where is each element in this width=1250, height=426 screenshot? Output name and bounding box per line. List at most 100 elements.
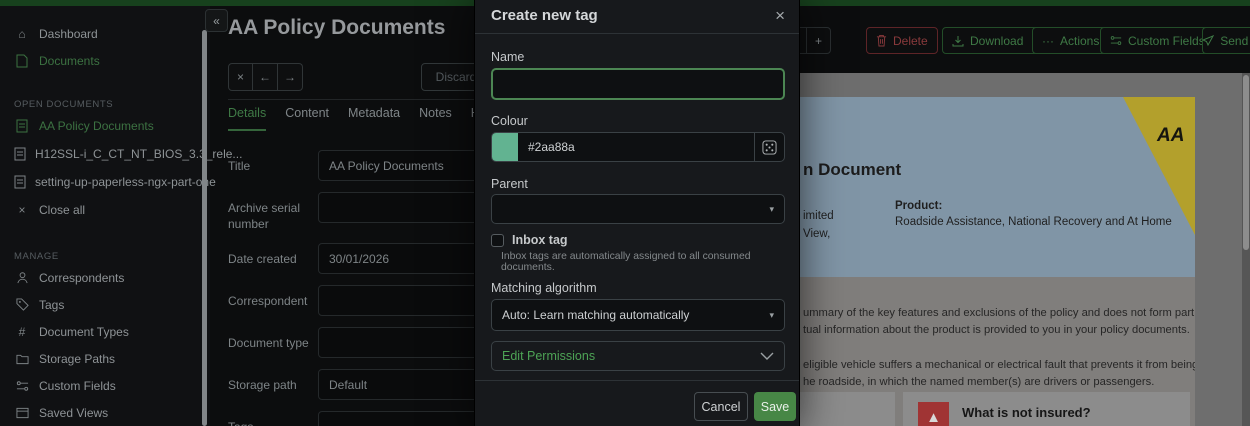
file-icon: [14, 54, 30, 68]
page-title: AA Policy Documents: [228, 16, 445, 40]
colour-swatch[interactable]: [492, 133, 518, 161]
open-document-label: AA Policy Documents: [39, 119, 154, 133]
inbox-tag-checkbox[interactable]: [491, 234, 504, 247]
edit-permissions-toggle[interactable]: Edit Permissions: [491, 341, 785, 371]
document-address-line: View,: [803, 228, 830, 240]
tab-content[interactable]: Content: [285, 106, 329, 131]
close-document-button[interactable]: ×: [228, 63, 253, 91]
open-document-label: H12SSL-i_C_CT_NT_BIOS_3.3_rele...: [35, 147, 242, 161]
matching-algorithm-select[interactable]: Auto: Learn matching automatically ▾: [491, 299, 785, 331]
tag-name-input[interactable]: [491, 68, 785, 100]
home-icon: ⌂: [14, 27, 30, 41]
insured-box: [788, 392, 895, 426]
delete-button[interactable]: Delete: [866, 27, 938, 54]
open-documents-header: OPEN DOCUMENTS: [0, 96, 210, 112]
download-label: Download: [970, 34, 1023, 48]
tab-metadata[interactable]: Metadata: [348, 106, 400, 131]
folder-icon: [14, 353, 30, 365]
create-tag-modal: Create new tag × Name Colour #2aa88a Par…: [474, 0, 800, 426]
not-insured-title: What is not insured?: [962, 405, 1091, 420]
matching-algorithm-label: Matching algorithm: [491, 281, 597, 295]
tab-notes[interactable]: Notes: [419, 106, 452, 131]
preview-scrollbar-thumb[interactable]: [1243, 75, 1249, 250]
document-title-fragment: n Document: [803, 160, 901, 180]
document-body-line: eligible vehicle suffers a mechanical or…: [803, 359, 1195, 371]
close-all-label: Close all: [39, 203, 85, 217]
open-document-h12ssl[interactable]: H12SSL-i_C_CT_NT_BIOS_3.3_rele...: [0, 140, 210, 168]
modal-close-icon[interactable]: ×: [775, 6, 785, 26]
close-all-button[interactable]: × Close all: [0, 196, 210, 224]
save-button[interactable]: Save: [754, 392, 796, 421]
custom-fields-label: Custom Fields: [1128, 34, 1205, 48]
modal-footer-divider: [475, 380, 799, 381]
dice-icon: [762, 140, 777, 155]
inbox-tag-checkbox-row[interactable]: Inbox tag: [491, 233, 568, 247]
zoom-in-button[interactable]: +: [806, 28, 830, 53]
document-nav-group: × ← →: [228, 63, 303, 91]
sidebar-item-document-types[interactable]: # Document Types: [0, 318, 210, 345]
field-label: Title: [228, 150, 318, 181]
sidebar-item-saved-views[interactable]: Saved Views: [0, 399, 210, 426]
open-document-aa-policy[interactable]: AA Policy Documents: [0, 112, 210, 140]
send-label: Send: [1220, 34, 1248, 48]
sliders-icon: [14, 380, 30, 392]
inbox-tag-hint: Inbox tags are automatically assigned to…: [501, 251, 799, 273]
send-dropdown-button[interactable]: Send ▾: [1202, 27, 1250, 54]
sidebar-item-storage-paths[interactable]: Storage Paths: [0, 345, 210, 372]
product-value: Roadside Assistance, National Recovery a…: [895, 216, 1172, 228]
tag-icon: [14, 298, 30, 311]
chevron-down-icon: ▾: [769, 204, 774, 215]
sidebar-item-dashboard[interactable]: ⌂ Dashboard: [0, 20, 210, 47]
colour-hex-input[interactable]: #2aa88a: [518, 133, 754, 161]
random-colour-button[interactable]: [754, 133, 784, 161]
sidebar-item-label: Documents: [39, 54, 100, 68]
sidebar-item-label: Dashboard: [39, 27, 98, 41]
sidebar-scrollbar-thumb[interactable]: [202, 30, 207, 426]
file-text-icon: [14, 147, 26, 161]
colour-input-group: #2aa88a: [491, 132, 785, 162]
next-document-button[interactable]: →: [278, 63, 303, 91]
chevron-down-icon: ▾: [769, 310, 774, 321]
previous-document-button[interactable]: ←: [253, 63, 278, 91]
sidebar-item-documents[interactable]: Documents: [0, 47, 210, 74]
document-body-line: tual information about the product is pr…: [803, 324, 1190, 336]
sidebar-item-tags[interactable]: Tags: [0, 291, 210, 318]
cancel-button[interactable]: Cancel: [694, 392, 748, 421]
parent-select[interactable]: ▾: [491, 194, 785, 224]
sidebar-item-label: Document Types: [39, 325, 129, 339]
edit-permissions-label: Edit Permissions: [502, 349, 595, 363]
tab-details[interactable]: Details: [228, 106, 266, 131]
not-insured-warning-icon: ▲: [918, 402, 949, 426]
app-window: ⌂ Dashboard Documents OPEN DOCUMENTS AA …: [0, 0, 1250, 426]
field-label: Archive serial number: [228, 192, 318, 232]
sliders-icon: [1110, 35, 1122, 46]
sidebar-item-label: Correspondents: [39, 271, 124, 285]
paper-plane-icon: [1202, 35, 1214, 47]
open-document-setting-up[interactable]: setting-up-paperless-ngx-part-one: [0, 168, 210, 196]
modal-title: Create new tag: [491, 7, 598, 24]
file-text-icon: [14, 119, 30, 133]
document-preview-page: AA n Document imited View, Product: Road…: [788, 97, 1195, 426]
sidebar-item-correspondents[interactable]: Correspondents: [0, 264, 210, 291]
actions-label: Actions: [1060, 34, 1099, 48]
sidebar-item-custom-fields[interactable]: Custom Fields: [0, 372, 210, 399]
aa-logo: AA: [1157, 125, 1184, 147]
parent-label: Parent: [491, 177, 528, 191]
download-button[interactable]: Download: [943, 28, 1032, 53]
inbox-tag-label: Inbox tag: [512, 233, 568, 247]
document-header-band: [788, 97, 1195, 277]
sidebar-item-label: Storage Paths: [39, 352, 115, 366]
matching-algorithm-value: Auto: Learn matching automatically: [502, 308, 689, 322]
sidebar-item-label: Custom Fields: [39, 379, 116, 393]
sidebar-collapse-button[interactable]: «: [205, 9, 228, 32]
field-label: Correspondent: [228, 285, 318, 316]
delete-label: Delete: [893, 34, 928, 48]
field-label: Date created: [228, 243, 318, 274]
open-document-label: setting-up-paperless-ngx-part-one: [35, 175, 216, 189]
ellipsis-icon: ···: [1042, 34, 1054, 48]
product-label: Product:: [895, 200, 942, 212]
x-icon: ×: [14, 203, 30, 217]
hash-icon: #: [14, 325, 30, 339]
sidebar-item-label: Saved Views: [39, 406, 108, 420]
document-body-line: he roadside, in which the named member(s…: [803, 376, 1154, 388]
